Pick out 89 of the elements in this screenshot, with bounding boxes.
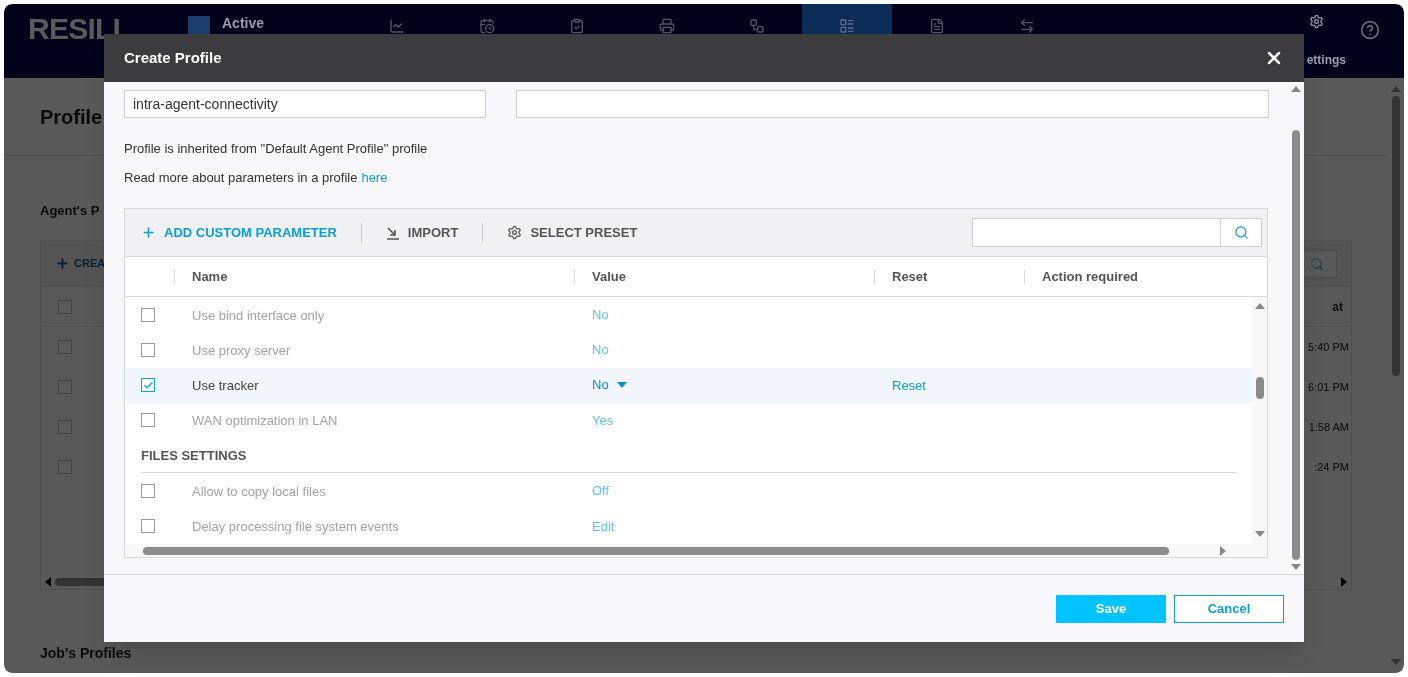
checkbox[interactable] <box>141 484 155 499</box>
import-button[interactable]: IMPORT <box>385 222 459 243</box>
settings-icon[interactable] <box>1308 14 1324 29</box>
import-icon <box>385 225 400 240</box>
column-header: at <box>1332 298 1343 316</box>
workflow-icon <box>749 18 766 34</box>
add-parameter-button[interactable]: ADD CUSTOM PARAMETER <box>141 222 337 243</box>
scroll-left-icon[interactable] <box>45 577 51 587</box>
scroll-down-icon[interactable] <box>1291 564 1301 570</box>
checkbox[interactable] <box>58 380 72 394</box>
checkbox[interactable] <box>141 378 155 393</box>
dialog-title: Create Profile <box>124 47 222 68</box>
parameter-value[interactable]: Yes <box>592 410 614 431</box>
select-preset-button[interactable]: SELECT PRESET <box>507 222 638 243</box>
checkbox[interactable] <box>58 340 72 354</box>
page-title: Profile <box>40 104 103 130</box>
scroll-up-icon[interactable] <box>1291 86 1301 92</box>
scrollbar-thumb[interactable] <box>1292 130 1300 560</box>
search-icon <box>1310 256 1324 271</box>
section-title: Agent's P <box>40 203 100 218</box>
checkbox[interactable] <box>58 420 72 434</box>
parameter-value[interactable]: Edit <box>592 516 615 537</box>
save-button[interactable]: Save <box>1056 594 1166 623</box>
column-header: Action required <box>1042 267 1139 286</box>
scroll-down-icon[interactable] <box>1391 659 1401 665</box>
table-cell-text: 6:01 PM <box>1308 379 1349 395</box>
column-header: Value <box>592 267 626 286</box>
here-link[interactable]: here <box>361 167 388 187</box>
chart-icon <box>389 18 406 34</box>
arrows-icon <box>1019 18 1036 34</box>
list-icon <box>839 18 856 34</box>
parameter-value[interactable]: No <box>592 340 609 360</box>
help-icon[interactable] <box>1360 20 1380 40</box>
parameter-value[interactable]: No <box>592 304 609 325</box>
parameter-row[interactable]: Use tracker No Reset <box>125 367 1252 403</box>
checkbox[interactable] <box>58 299 72 314</box>
info-text: Read more about parameters in a profile <box>124 168 358 187</box>
scrollbar-thumb[interactable] <box>1392 96 1400 376</box>
check-icon <box>142 379 154 391</box>
parameter-row[interactable]: Use bind interface only No <box>125 297 1252 333</box>
search-icon <box>1233 225 1249 240</box>
parameter-name: Use tracker <box>192 378 259 394</box>
caret-icon[interactable] <box>616 382 627 389</box>
checkbox[interactable] <box>141 519 155 534</box>
table-cell-text: 5:40 PM <box>1308 339 1349 355</box>
parameter-row[interactable]: Delay processing file system events Edit <box>125 508 1252 545</box>
parameter-name: Use bind interface only <box>192 307 325 323</box>
checkbox[interactable] <box>141 342 155 357</box>
parameter-name: WAN optimization in LAN <box>192 413 338 429</box>
plus-icon <box>141 225 156 240</box>
scroll-right-icon[interactable] <box>1341 577 1347 587</box>
section-heading: FILES SETTINGS <box>141 446 247 465</box>
reset-link[interactable]: Reset <box>892 378 926 394</box>
scroll-right-icon[interactable] <box>1220 545 1226 556</box>
description-field[interactable] <box>516 90 1269 118</box>
create-button[interactable]: CREA <box>55 255 106 272</box>
gear-icon <box>507 225 523 240</box>
column-header: Name <box>192 267 228 286</box>
column-header: Reset <box>892 267 928 286</box>
name-field[interactable]: intra-agent-connectivity <box>124 90 486 118</box>
calendar-icon <box>479 18 496 34</box>
inherited-note: Profile is inherited from "Default Agent Profile" profile <box>124 140 429 158</box>
parameter-row[interactable]: Allow to copy local files Off <box>125 473 1252 509</box>
table-cell-text: :24 PM <box>1314 459 1349 475</box>
settings-label[interactable]: ettings <box>1306 51 1346 69</box>
parameter-name: Use proxy server <box>192 342 291 358</box>
document-icon <box>929 18 946 34</box>
value-dropdown[interactable]: No <box>592 375 627 395</box>
scroll-down-icon[interactable] <box>1254 531 1265 537</box>
checkbox[interactable] <box>58 460 72 474</box>
section-title: Job's Profiles <box>40 645 132 661</box>
cancel-button[interactable]: Cancel <box>1174 594 1284 623</box>
checkbox[interactable] <box>141 307 155 322</box>
scroll-up-icon[interactable] <box>1391 86 1401 92</box>
parameter-row[interactable]: Use proxy server No <box>125 332 1252 368</box>
product-name: Active <box>222 16 265 30</box>
printer-icon <box>659 18 676 34</box>
scroll-up-icon[interactable] <box>1254 303 1265 309</box>
search-field[interactable] <box>972 218 1221 247</box>
parameter-name: Delay processing file system events <box>192 519 399 535</box>
plus-icon <box>55 256 70 271</box>
table-cell-text: 1:58 AM <box>1308 419 1349 435</box>
clipboard-icon <box>569 18 586 34</box>
parameter-value[interactable]: Off <box>592 481 610 501</box>
parameter-name: Allow to copy local files <box>192 484 326 500</box>
scrollbar-thumb[interactable] <box>143 546 1169 555</box>
checkbox[interactable] <box>141 413 155 428</box>
scrollbar-thumb[interactable] <box>1255 377 1264 399</box>
parameter-row[interactable]: WAN optimization in LAN Yes <box>125 402 1252 439</box>
